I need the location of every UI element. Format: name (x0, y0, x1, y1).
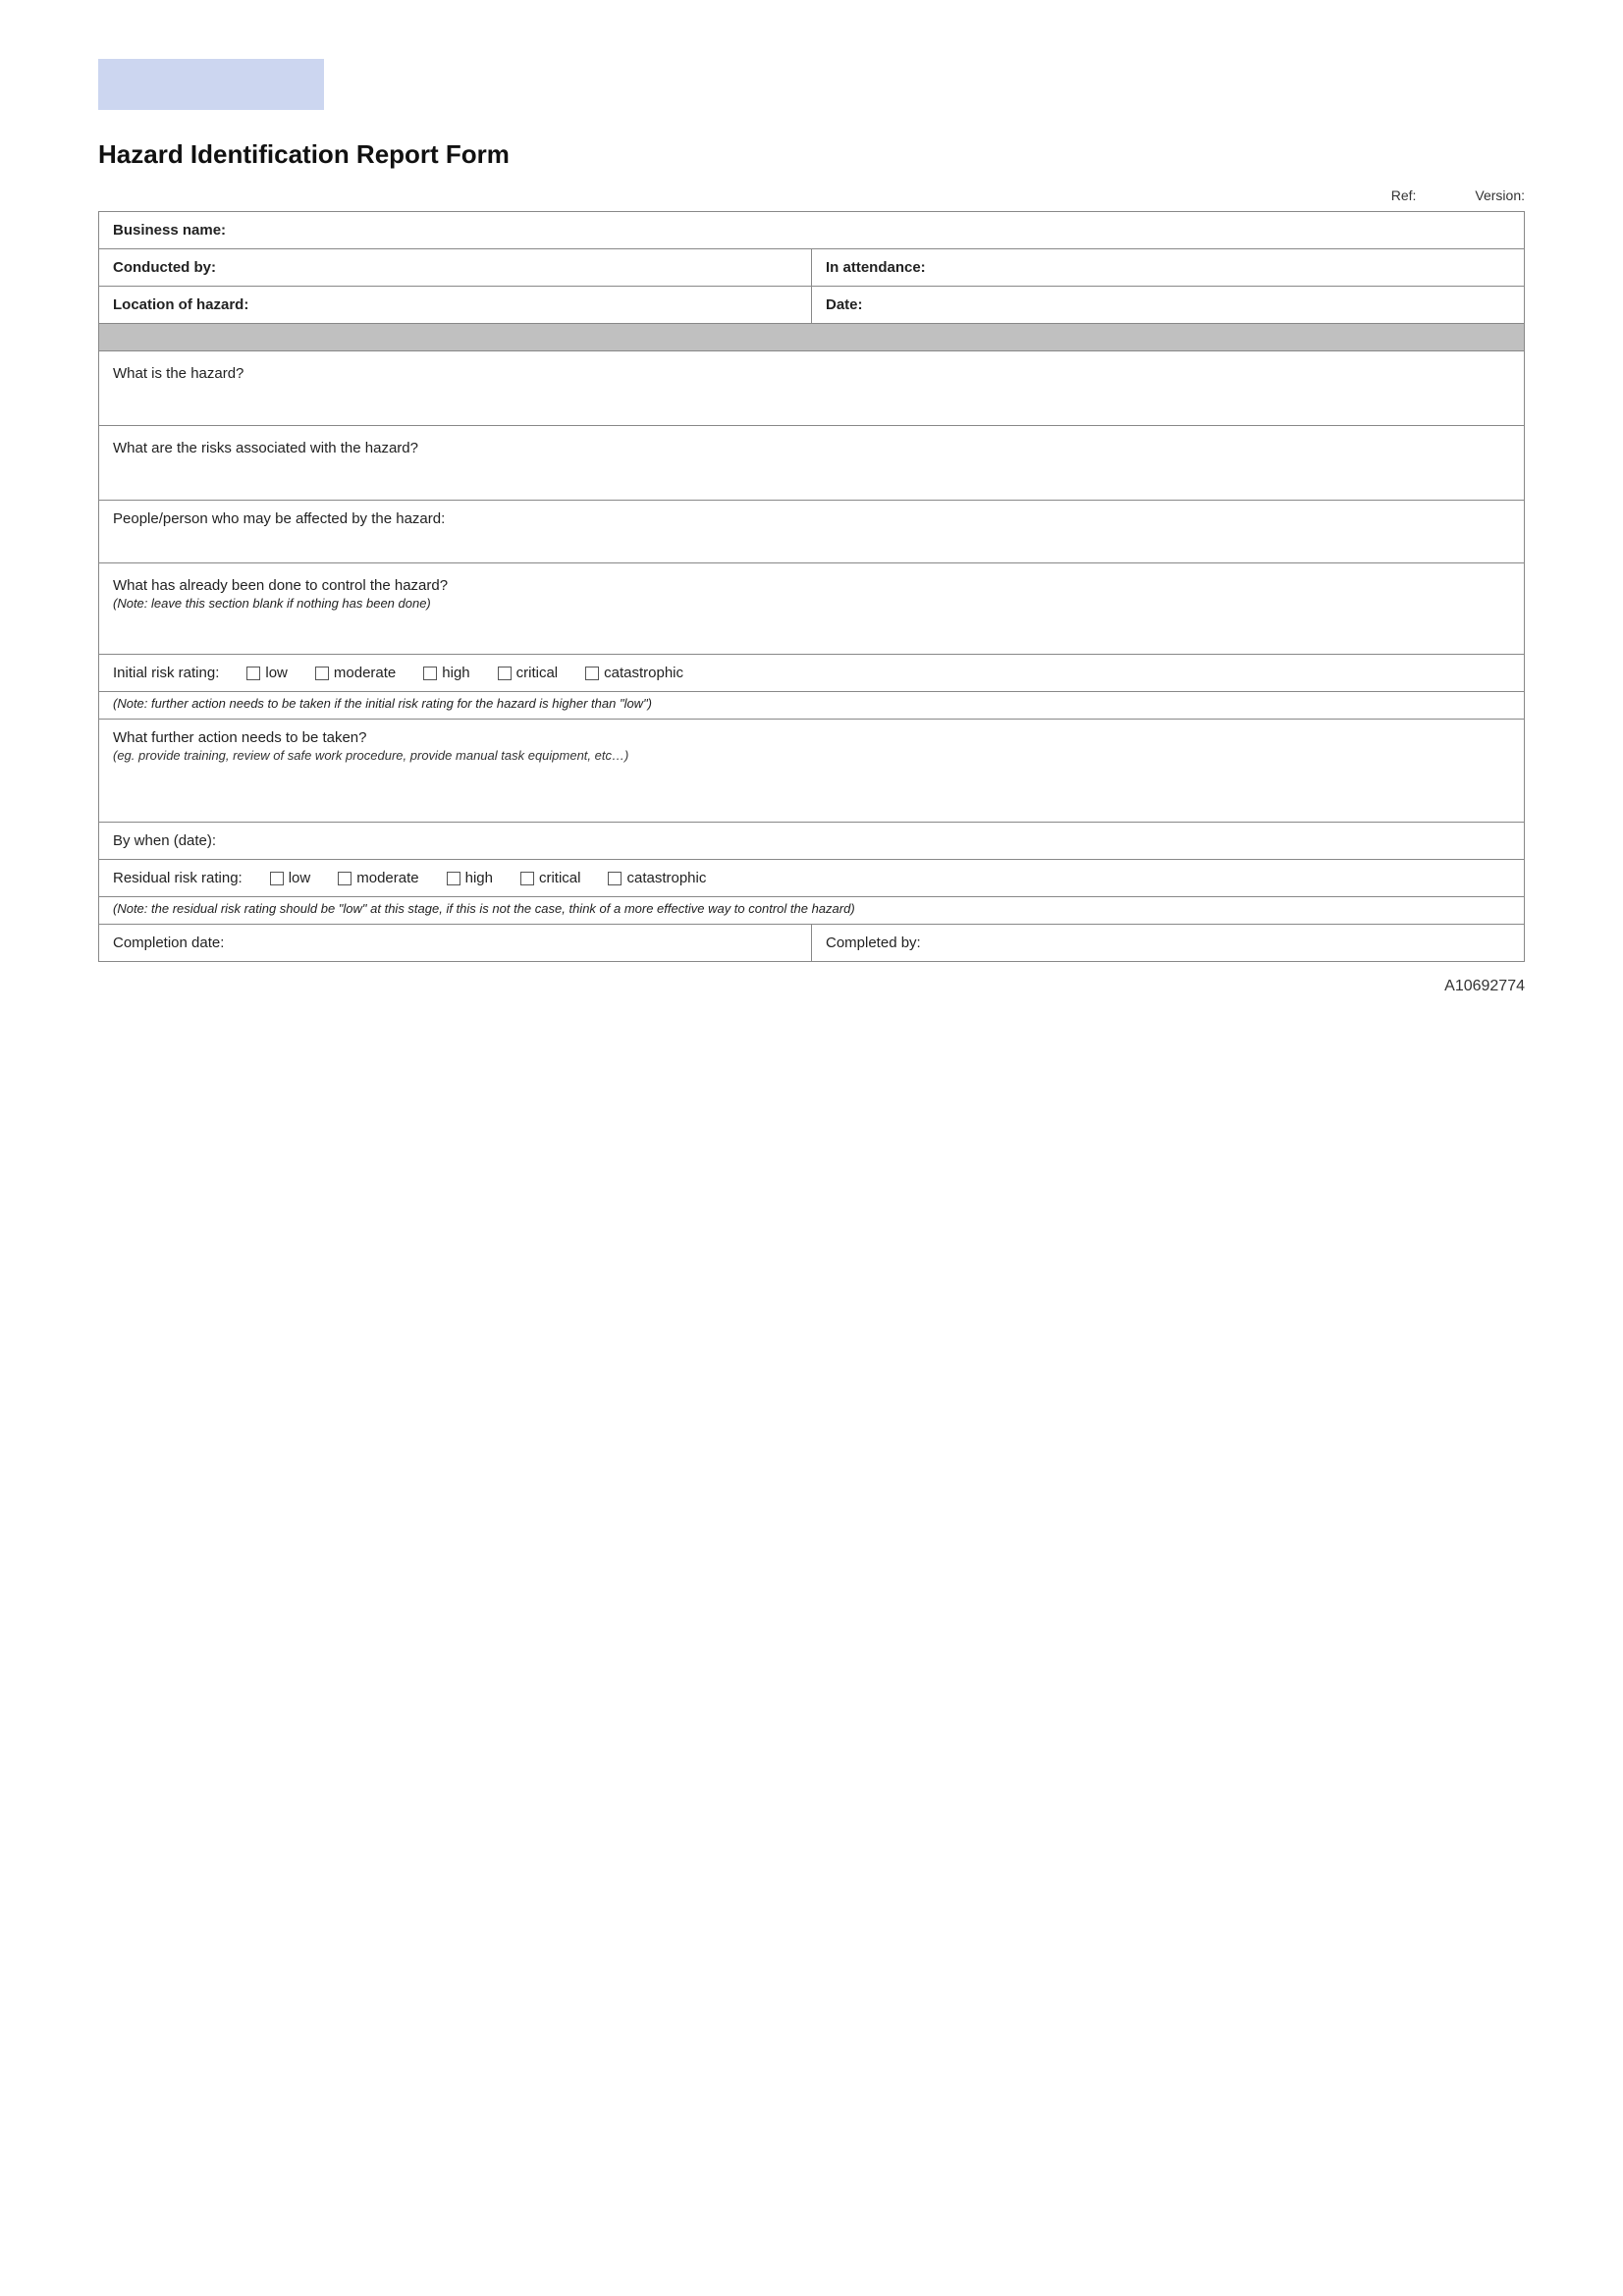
residual-note-text: (Note: the residual risk rating should b… (113, 901, 855, 916)
critical-label-initial: critical (516, 665, 559, 681)
initial-note-cell: (Note: further action needs to be taken … (99, 692, 1525, 720)
people-affected-cell: People/person who may be affected by the… (99, 501, 1525, 563)
initial-note-row: (Note: further action needs to be taken … (99, 692, 1525, 720)
checkbox-low-initial[interactable] (246, 667, 260, 680)
checkbox-critical-initial[interactable] (498, 667, 512, 680)
completion-date-cell: Completion date: (99, 925, 812, 962)
initial-risk-cell: Initial risk rating: low moderate high c… (99, 655, 1525, 692)
risks-question-cell: What are the risks associated with the h… (99, 426, 1525, 501)
moderate-label-residual: moderate (356, 870, 418, 886)
residual-risk-critical[interactable]: critical (520, 870, 581, 886)
conducted-by-cell: Conducted by: (99, 249, 812, 287)
further-action-main: What further action needs to be taken? (113, 729, 1510, 746)
page-title: Hazard Identification Report Form (98, 139, 1525, 170)
residual-note-cell: (Note: the residual risk rating should b… (99, 897, 1525, 925)
checkbox-catastrophic-initial[interactable] (585, 667, 599, 680)
checkbox-moderate-residual[interactable] (338, 872, 352, 885)
checkbox-low-residual[interactable] (270, 872, 284, 885)
date-cell: Date: (812, 287, 1525, 324)
control-done-row: What has already been done to control th… (99, 563, 1525, 655)
by-when-row: By when (date): (99, 823, 1525, 860)
initial-risk-critical[interactable]: critical (498, 665, 559, 681)
grey-cell (99, 324, 1525, 351)
residual-risk-moderate[interactable]: moderate (338, 870, 418, 886)
date-label: Date: (826, 296, 863, 313)
location-label: Location of hazard: (113, 296, 248, 313)
in-attendance-label: In attendance: (826, 259, 926, 276)
version-label: Version: (1475, 187, 1525, 203)
residual-note-row: (Note: the residual risk rating should b… (99, 897, 1525, 925)
completed-by-label: Completed by: (826, 934, 921, 951)
low-label-residual: low (289, 870, 311, 886)
location-cell: Location of hazard: (99, 287, 812, 324)
risks-question-text: What are the risks associated with the h… (113, 440, 418, 456)
ref-label: Ref: (1391, 187, 1417, 203)
doc-id: A10692774 (98, 978, 1525, 995)
risks-question-row: What are the risks associated with the h… (99, 426, 1525, 501)
conducted-attendance-row: Conducted by: In attendance: (99, 249, 1525, 287)
people-affected-row: People/person who may be affected by the… (99, 501, 1525, 563)
completion-date-label: Completion date: (113, 934, 224, 951)
initial-risk-options: Initial risk rating: low moderate high c… (113, 665, 1510, 681)
further-action-cell: What further action needs to be taken? (… (99, 720, 1525, 823)
moderate-label-initial: moderate (334, 665, 396, 681)
by-when-label: By when (date): (113, 832, 216, 849)
logo-placeholder (98, 59, 324, 110)
catastrophic-label-initial: catastrophic (604, 665, 683, 681)
residual-risk-row: Residual risk rating: low moderate high … (99, 860, 1525, 897)
further-action-subtitle: (eg. provide training, review of safe wo… (113, 748, 1510, 763)
checkbox-high-residual[interactable] (447, 872, 460, 885)
residual-risk-options: Residual risk rating: low moderate high … (113, 870, 1510, 886)
by-when-cell: By when (date): (99, 823, 1525, 860)
residual-risk-label: Residual risk rating: (113, 870, 243, 886)
initial-risk-moderate[interactable]: moderate (315, 665, 396, 681)
residual-risk-cell: Residual risk rating: low moderate high … (99, 860, 1525, 897)
residual-risk-low[interactable]: low (270, 870, 311, 886)
hazard-question-text: What is the hazard? (113, 365, 243, 382)
initial-risk-catastrophic[interactable]: catastrophic (585, 665, 683, 681)
business-name-cell: Business name: (99, 212, 1525, 249)
initial-risk-row: Initial risk rating: low moderate high c… (99, 655, 1525, 692)
initial-risk-label: Initial risk rating: (113, 665, 219, 681)
high-label-initial: high (442, 665, 469, 681)
initial-note-text: (Note: further action needs to be taken … (113, 696, 652, 711)
location-date-row: Location of hazard: Date: (99, 287, 1525, 324)
control-done-cell: What has already been done to control th… (99, 563, 1525, 655)
main-form-table: Business name: Conducted by: In attendan… (98, 211, 1525, 962)
business-name-row: Business name: (99, 212, 1525, 249)
people-affected-text: People/person who may be affected by the… (113, 510, 445, 527)
high-label-residual: high (465, 870, 493, 886)
initial-risk-high[interactable]: high (423, 665, 469, 681)
checkbox-high-initial[interactable] (423, 667, 437, 680)
hazard-question-row: What is the hazard? (99, 351, 1525, 426)
ref-version-row: Ref: Version: (98, 187, 1525, 203)
residual-risk-catastrophic[interactable]: catastrophic (608, 870, 706, 886)
completion-row: Completion date: Completed by: (99, 925, 1525, 962)
further-action-row: What further action needs to be taken? (… (99, 720, 1525, 823)
completed-by-cell: Completed by: (812, 925, 1525, 962)
hazard-question-cell: What is the hazard? (99, 351, 1525, 426)
business-name-label: Business name: (113, 222, 226, 239)
in-attendance-cell: In attendance: (812, 249, 1525, 287)
catastrophic-label-residual: catastrophic (626, 870, 706, 886)
control-done-note: (Note: leave this section blank if nothi… (113, 596, 1510, 611)
checkbox-critical-residual[interactable] (520, 872, 534, 885)
critical-label-residual: critical (539, 870, 581, 886)
initial-risk-low[interactable]: low (246, 665, 288, 681)
control-done-main: What has already been done to control th… (113, 577, 1510, 594)
conducted-by-label: Conducted by: (113, 259, 216, 276)
grey-divider-row (99, 324, 1525, 351)
residual-risk-high[interactable]: high (447, 870, 493, 886)
checkbox-moderate-initial[interactable] (315, 667, 329, 680)
low-label-initial: low (265, 665, 288, 681)
checkbox-catastrophic-residual[interactable] (608, 872, 622, 885)
